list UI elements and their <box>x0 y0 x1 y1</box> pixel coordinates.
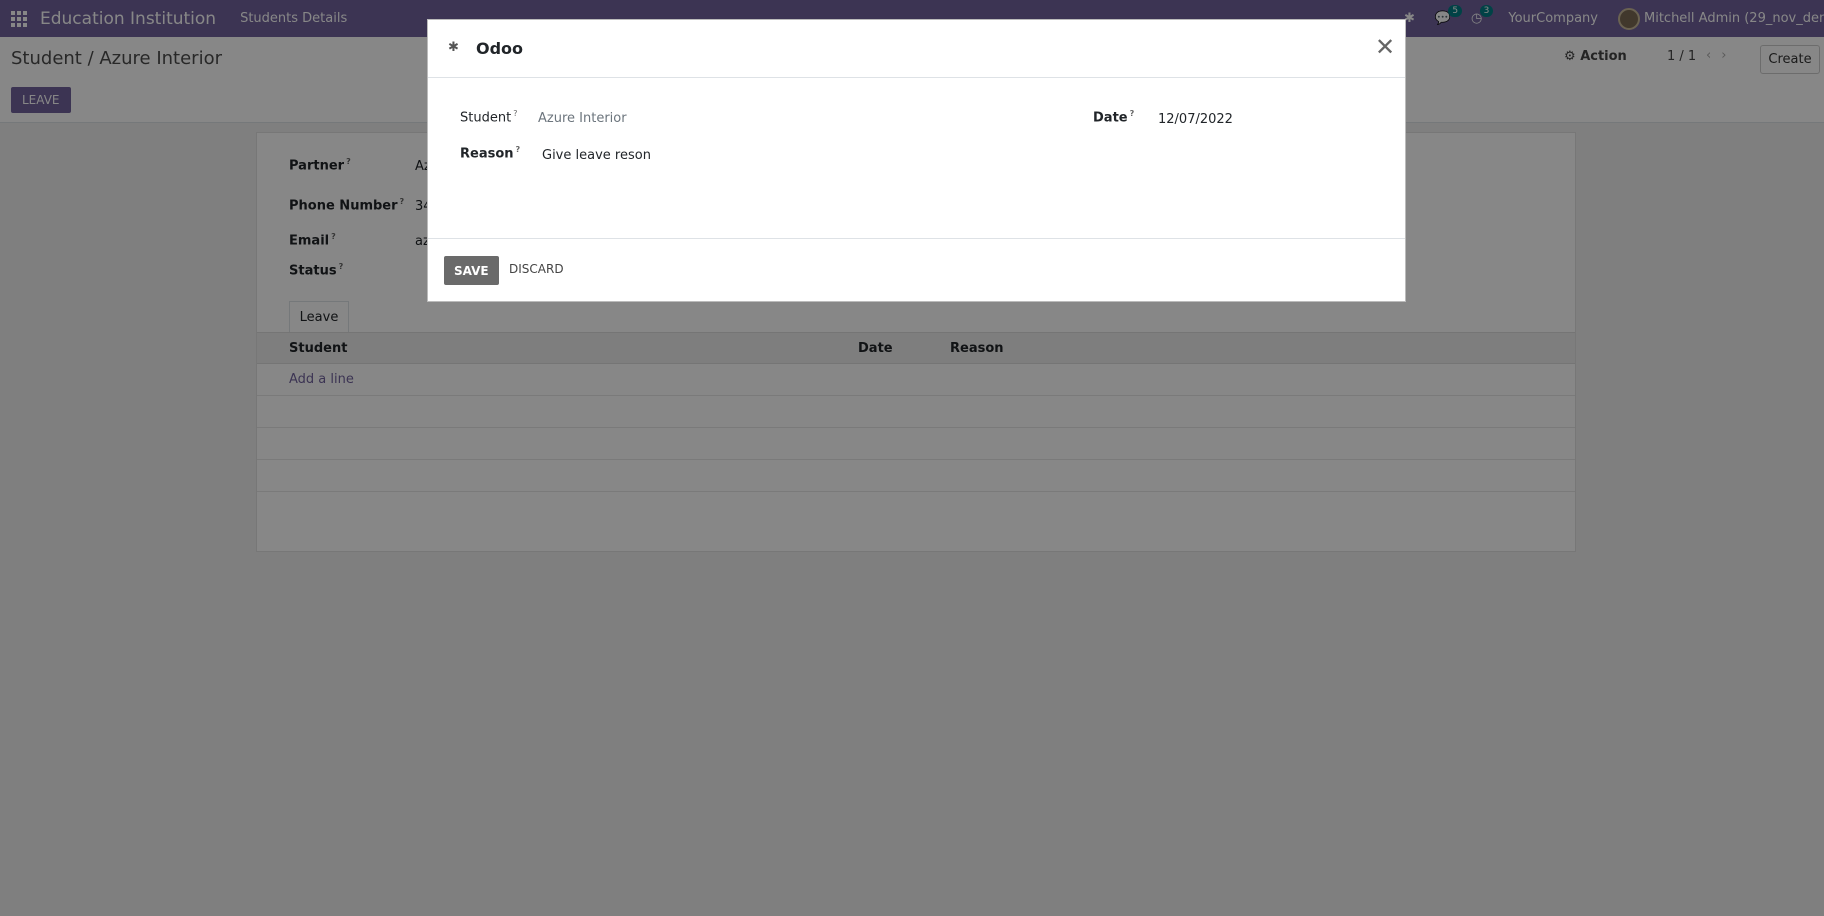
close-icon[interactable]: ✕ <box>1375 35 1395 59</box>
date-field[interactable]: 12/07/2022 <box>1158 112 1233 127</box>
student-field[interactable]: Azure Interior <box>538 111 627 126</box>
bug-icon: ✱ <box>448 40 459 55</box>
student-label: Student? <box>460 109 518 126</box>
date-label: Date? <box>1093 109 1135 126</box>
save-button[interactable]: SAVE <box>444 256 499 285</box>
discard-button[interactable]: DISCARD <box>509 262 564 276</box>
dialog-body: Student? Azure Interior Date? 12/07/2022… <box>428 78 1405 238</box>
leave-dialog: ✱ Odoo ✕ Student? Azure Interior Date? 1… <box>427 19 1406 302</box>
dialog-header: ✱ Odoo ✕ <box>428 20 1405 78</box>
reason-field[interactable]: Give leave reson <box>542 148 651 163</box>
dialog-title: Odoo <box>476 39 524 58</box>
dialog-footer: SAVE DISCARD <box>428 238 1405 301</box>
reason-label: Reason? <box>460 145 521 162</box>
